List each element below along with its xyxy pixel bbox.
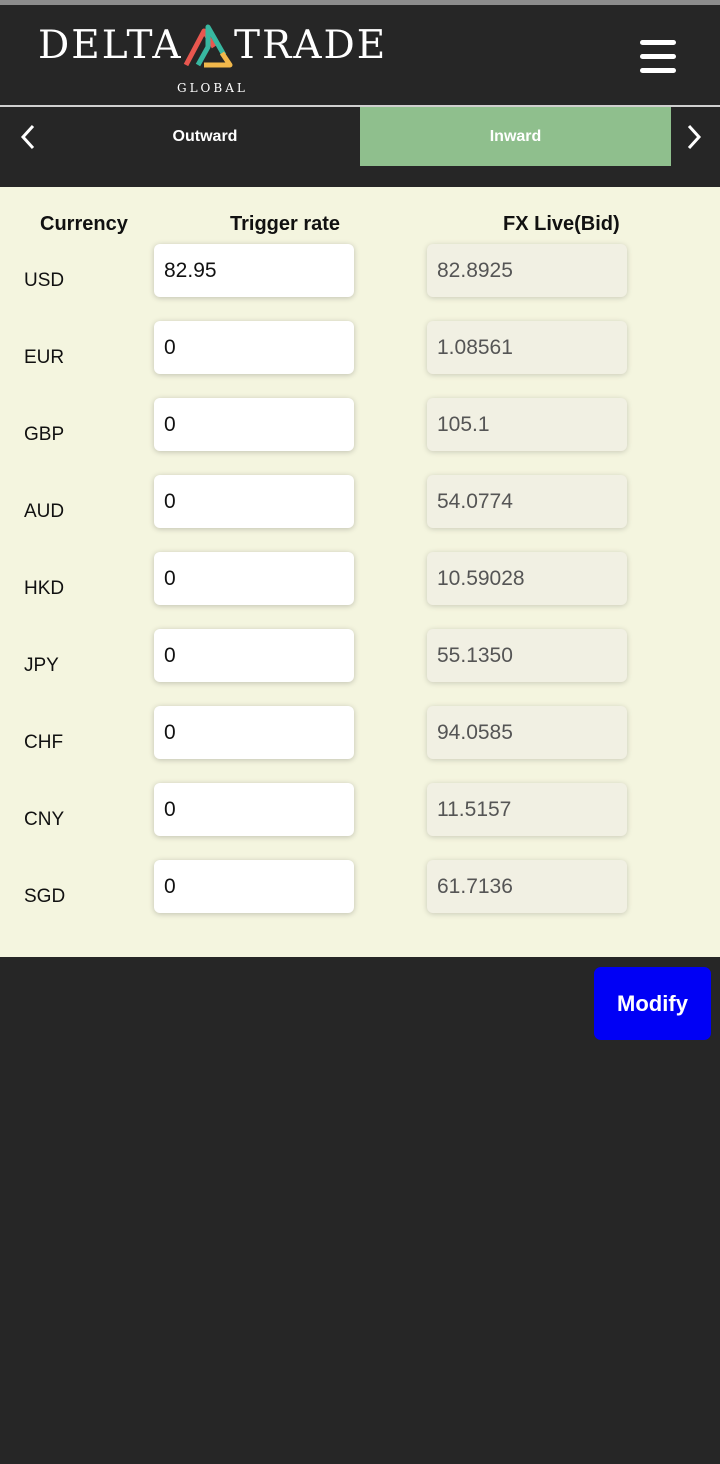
rate-row-cny: CNY 11.5157 — [0, 783, 720, 837]
currency-code: HKD — [24, 578, 65, 599]
fx-live-bid-value: 105.1 — [427, 398, 627, 451]
trigger-rate-input[interactable] — [154, 783, 354, 836]
currency-code: AUD — [24, 501, 65, 522]
currency-code: CHF — [24, 732, 64, 753]
trigger-rate-input[interactable] — [154, 860, 354, 913]
brand-name-right: TRADE — [234, 23, 388, 68]
modify-button[interactable]: Modify — [594, 967, 711, 1040]
fx-live-bid-value: 10.59028 — [427, 552, 627, 605]
rate-row-hkd: HKD 10.59028 — [0, 552, 720, 606]
rates-panel: Currency Trigger rate FX Live(Bid) USD 8… — [0, 187, 720, 957]
tab-bar: Outward Inward — [0, 107, 720, 166]
trigger-rate-input[interactable] — [154, 552, 354, 605]
currency-code: EUR — [24, 347, 65, 368]
rate-row-jpy: JPY 55.1350 — [0, 629, 720, 683]
brand-subtitle: GLOBAL — [177, 81, 248, 95]
brand-name-left: DELTA — [38, 23, 183, 68]
fx-live-bid-value: 82.8925 — [427, 244, 627, 297]
fx-live-bid-value: 94.0585 — [427, 706, 627, 759]
fx-live-bid-value: 55.1350 — [427, 629, 627, 682]
header-fx-live-bid: FX Live(Bid) — [503, 213, 620, 235]
fx-live-bid-value: 54.0774 — [427, 475, 627, 528]
rate-row-gbp: GBP 105.1 — [0, 398, 720, 452]
chevron-right-icon[interactable] — [674, 107, 714, 166]
app-header: DELTA TRADE GLOBAL — [0, 5, 720, 105]
header-trigger-rate: Trigger rate — [230, 213, 341, 235]
currency-code: SGD — [24, 886, 66, 907]
header-currency: Currency — [40, 213, 128, 235]
rate-row-usd: USD 82.8925 — [0, 244, 720, 298]
trigger-rate-input[interactable] — [154, 398, 354, 451]
currency-code: USD — [24, 270, 65, 291]
rate-row-aud: AUD 54.0774 — [0, 475, 720, 529]
currency-code: GBP — [24, 424, 65, 445]
delta-triangle-icon — [183, 24, 233, 68]
rate-row-chf: CHF 94.0585 — [0, 706, 720, 760]
trigger-rate-input[interactable] — [154, 321, 354, 374]
trigger-rate-input[interactable] — [154, 629, 354, 682]
currency-code: JPY — [24, 655, 59, 676]
tab-inward[interactable]: Inward — [360, 107, 671, 166]
trigger-rate-input[interactable] — [154, 244, 354, 297]
fx-live-bid-value: 61.7136 — [427, 860, 627, 913]
trigger-rate-input[interactable] — [154, 475, 354, 528]
fx-live-bid-value: 1.08561 — [427, 321, 627, 374]
trigger-rate-input[interactable] — [154, 706, 354, 759]
currency-code: CNY — [24, 809, 65, 830]
fx-live-bid-value: 11.5157 — [427, 783, 627, 836]
rate-row-sgd: SGD 61.7136 — [0, 860, 720, 914]
chevron-left-icon[interactable] — [8, 107, 48, 166]
tab-outward[interactable]: Outward — [50, 107, 360, 166]
hamburger-menu-icon[interactable] — [636, 37, 680, 77]
rate-row-eur: EUR 1.08561 — [0, 321, 720, 375]
brand-logo[interactable]: DELTA TRADE GLOBAL — [38, 23, 388, 103]
